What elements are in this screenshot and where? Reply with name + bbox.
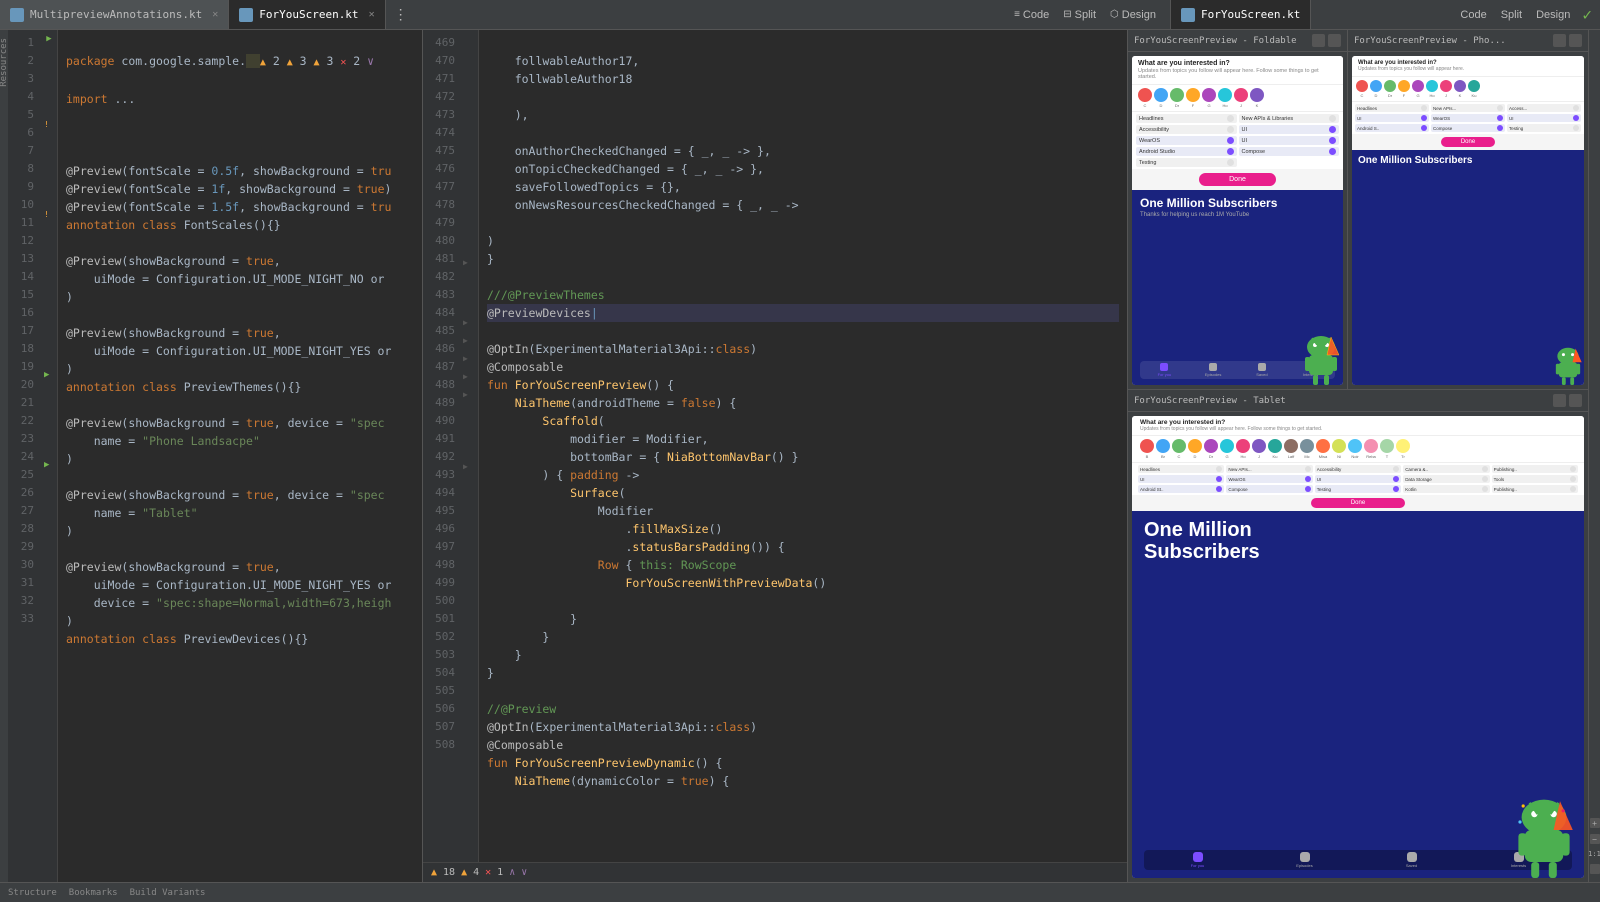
tab-label-2: ForYouScreen.kt <box>259 8 358 21</box>
code-content-left: package com.google.sample. ▲ 2 ▲ 3 ▲ 3 ✕… <box>58 30 422 882</box>
bottom-bar: Structure Bookmarks Build Variants <box>0 882 1600 902</box>
tablet-header-text: What are you interested in? <box>1140 419 1576 426</box>
phone-action-1[interactable] <box>1553 34 1566 47</box>
sidebar: Resources <box>0 30 8 882</box>
kotlin-icon-3 <box>1181 8 1195 22</box>
phone-preview-header: ForYouScreenPreview - Pho... <box>1348 30 1588 52</box>
structure-label: Structure <box>8 888 57 898</box>
code-icon: ≡ <box>1014 9 1020 20</box>
design-icon: ⬡ <box>1110 9 1119 20</box>
close-icon[interactable]: ✕ <box>212 9 218 20</box>
phone-action-2[interactable] <box>1569 34 1582 47</box>
phone-title: ForYouScreenPreview - Pho... <box>1354 36 1506 46</box>
warnings-bar-right: ▲18 ▲4 ✕1 ∧ ∨ <box>423 862 1127 882</box>
subscribers-title-tablet: One MillionSubscribers <box>1144 519 1572 563</box>
zoom-in-button[interactable]: + <box>1590 818 1600 828</box>
design-view-right[interactable]: Design <box>1530 7 1576 23</box>
tablet-action-1[interactable] <box>1553 394 1566 407</box>
resource-label: Resources <box>0 30 9 95</box>
build-variants-label: Build Variants <box>130 888 206 898</box>
android-mascot-tablet <box>1514 798 1574 878</box>
done-button-foldable[interactable]: Done <box>1199 173 1276 186</box>
zoom-out-button[interactable]: − <box>1590 834 1600 844</box>
split-view-button[interactable]: ⊟ Split <box>1057 7 1102 23</box>
tab-multipreview[interactable]: MultipreviewAnnotations.kt ✕ <box>0 0 229 29</box>
code-content-right: follwableAuthor17, follwableAuthor18 ), … <box>479 30 1127 862</box>
line-numbers-right: 469470471472473 474475476477478 47948048… <box>423 30 461 862</box>
tablet-title: ForYouScreenPreview - Tablet <box>1134 396 1286 406</box>
code-view-button[interactable]: ≡ Code <box>1008 7 1055 23</box>
split-icon: ⊟ <box>1063 9 1071 20</box>
code-view-right[interactable]: Code <box>1454 7 1492 23</box>
split-view-right[interactable]: Split <box>1495 7 1528 23</box>
android-mascot-foldable <box>1303 335 1339 385</box>
foldable-header-text: What are you interested in? <box>1138 60 1337 67</box>
tab-foryou-right[interactable]: ForYouScreen.kt <box>1171 0 1311 29</box>
left-editor-panel: 12345 678910 1112131415 1617181920 21222… <box>8 30 423 882</box>
expand-button[interactable] <box>1590 864 1600 874</box>
kotlin-icon <box>10 8 24 22</box>
design-view-button[interactable]: ⬡ Design <box>1104 7 1162 23</box>
subscribers-title-foldable: One Million Subscribers <box>1140 196 1335 210</box>
gutter-right: ▶ ▶ ▶ ▶ ▶ ▶ ▶ <box>461 30 479 862</box>
android-mascot-phone <box>1554 347 1582 385</box>
done-button-phone[interactable]: Done <box>1441 137 1495 147</box>
preview-action-2[interactable] <box>1328 34 1341 47</box>
tablet-action-2[interactable] <box>1569 394 1582 407</box>
preview-action-1[interactable] <box>1312 34 1325 47</box>
line-numbers-left: 12345 678910 1112131415 1617181920 21222… <box>8 30 40 882</box>
tab-foryou[interactable]: ForYouScreen.kt ✕ <box>229 0 385 29</box>
done-button-tablet[interactable]: Done <box>1311 498 1405 508</box>
tablet-preview-panel: ForYouScreenPreview - Tablet What are yo… <box>1128 390 1588 882</box>
tab-more-options[interactable]: ⋮ <box>386 7 416 23</box>
phone-preview-panel: ForYouScreenPreview - Pho... What are yo… <box>1348 30 1588 389</box>
right-editor-panel: 469470471472473 474475476477478 47948048… <box>423 30 1128 882</box>
subscribers-sub-foldable: Thanks for helping us reach 1M YouTube <box>1140 212 1335 218</box>
tab-label: MultipreviewAnnotations.kt <box>30 8 202 21</box>
foldable-preview-header: ForYouScreenPreview - Foldable <box>1128 30 1347 52</box>
bookmarks-label: Bookmarks <box>69 888 118 898</box>
tablet-preview-header: ForYouScreenPreview - Tablet <box>1128 390 1588 412</box>
foldable-sub-text: Updates from topics you follow will appe… <box>1138 68 1337 80</box>
kotlin-icon-2 <box>239 8 253 22</box>
close-icon-2[interactable]: ✕ <box>369 9 375 20</box>
foldable-preview-panel: ForYouScreenPreview - Foldable What are … <box>1128 30 1348 389</box>
gutter-left: ▶ ! ! ▶ ▶ <box>40 30 58 882</box>
tab-label-3: ForYouScreen.kt <box>1201 8 1300 21</box>
subscribers-title-phone: One Million Subscribers <box>1358 155 1578 167</box>
right-sidebar: + − 1:1 <box>1588 30 1600 882</box>
checkmark-icon: ✓ <box>1582 5 1592 24</box>
foldable-title: ForYouScreenPreview - Foldable <box>1134 36 1297 46</box>
zoom-fit-button[interactable]: 1:1 <box>1588 850 1600 858</box>
preview-area: ForYouScreenPreview - Foldable What are … <box>1128 30 1588 882</box>
